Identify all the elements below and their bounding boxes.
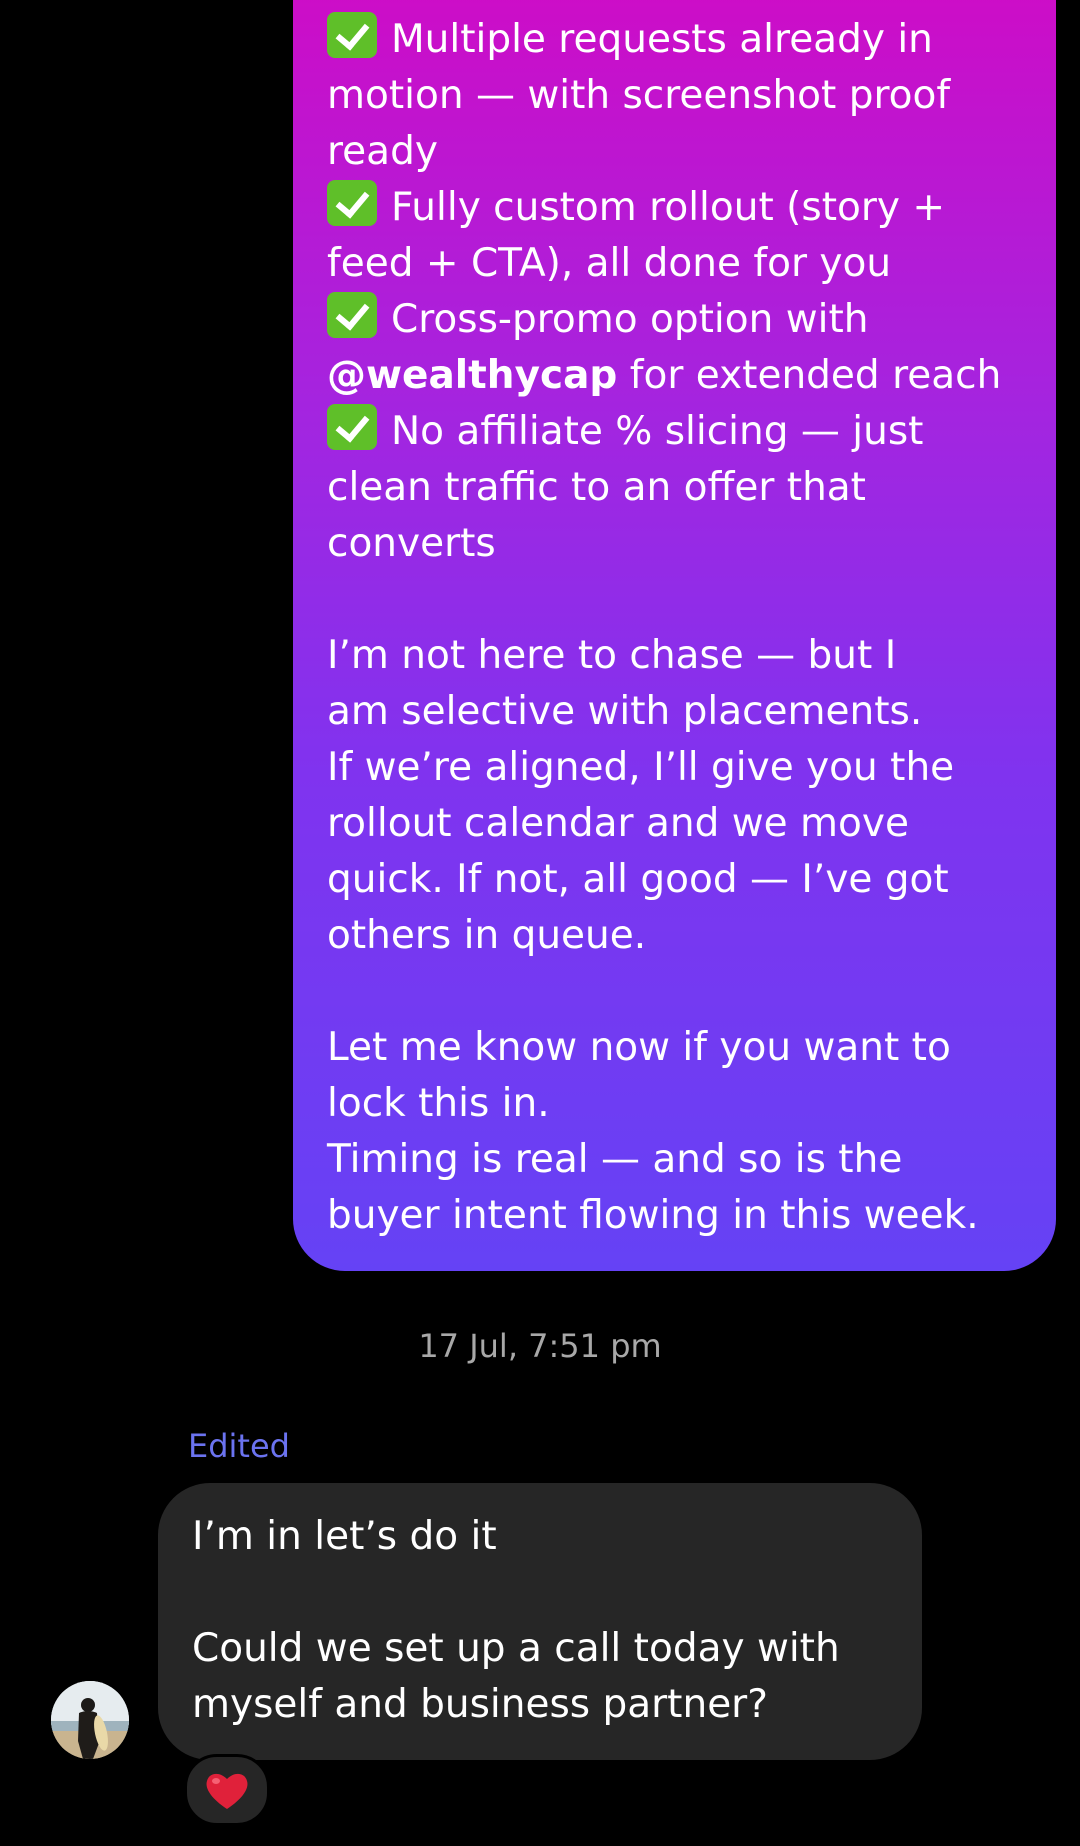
message-line: am selective with placements. — [327, 684, 1047, 740]
line-text: I’m not here to chase — but I — [327, 633, 897, 678]
line-text: feed + CTA), all done for you — [327, 241, 892, 286]
line-text: Multiple requests already in — [391, 17, 933, 62]
check-mark-icon — [327, 404, 377, 450]
message-line: If we’re aligned, I’ll give you the — [327, 740, 1047, 796]
check-mark-icon — [327, 12, 377, 58]
avatar[interactable] — [51, 1681, 129, 1759]
line-text: lock this in. — [327, 1081, 550, 1126]
message-line: Timing is real — and so is the — [327, 1132, 1047, 1188]
line-text: buyer intent flowing in this week. — [327, 1193, 979, 1238]
message-line: feed + CTA), all done for you — [327, 236, 1047, 292]
line-text: for extended reach — [617, 353, 1002, 398]
line-text: Cross-promo option with — [391, 297, 869, 342]
message-line: others in queue. — [327, 908, 1047, 964]
message-line: ready — [327, 124, 1047, 180]
line-text: Let me know now if you want to — [327, 1025, 951, 1070]
avatar-image — [51, 1681, 129, 1759]
mention-link[interactable]: @wealthycap — [327, 353, 617, 398]
message-line: No affiliate % slicing — just — [327, 404, 1047, 460]
line-text: am selective with placements. — [327, 689, 923, 734]
line-text: converts — [327, 521, 496, 566]
line-text: rollout calendar and we move — [327, 801, 909, 846]
sent-message-text: Multiple requests already in motion — wit… — [327, 12, 1047, 1244]
message-line: rollout calendar and we move — [327, 796, 1047, 852]
message-line: buyer intent flowing in this week. — [327, 1188, 1047, 1244]
message-line: I’m not here to chase — but I — [327, 628, 1047, 684]
message-line: lock this in. — [327, 1076, 1047, 1132]
check-mark-icon — [327, 180, 377, 226]
line-text: motion — with screenshot proof — [327, 73, 951, 118]
received-line: myself and business partner? — [192, 1682, 768, 1727]
message-timestamp: 17 Jul, 7:51 pm — [418, 1327, 662, 1365]
line-text: Timing is real — and so is the — [327, 1137, 903, 1182]
message-line: quick. If not, all good — I’ve got — [327, 852, 1047, 908]
line-text: ready — [327, 129, 438, 174]
message-line: Multiple requests already in — [327, 12, 1047, 68]
message-line: @wealthycap for extended reach — [327, 348, 1047, 404]
line-text: clean traffic to an offer that — [327, 465, 866, 510]
message-line: converts — [327, 516, 1047, 572]
line-text: quick. If not, all good — I’ve got — [327, 857, 949, 902]
line-text: If we’re aligned, I’ll give you the — [327, 745, 955, 790]
message-line: motion — with screenshot proof — [327, 68, 1047, 124]
edited-label: Edited — [188, 1427, 290, 1465]
line-text: others in queue. — [327, 913, 647, 958]
line-text: Fully custom rollout (story + — [391, 185, 946, 230]
message-line: Let me know now if you want to — [327, 1020, 1047, 1076]
received-line: Could we set up a call today with — [192, 1626, 840, 1671]
received-message-text: I’m in let’s do it Could we set up a cal… — [192, 1509, 840, 1733]
message-line: Cross-promo option with — [327, 292, 1047, 348]
check-mark-icon — [327, 292, 377, 338]
heart-emoji-icon — [206, 1773, 248, 1809]
reaction-badge[interactable] — [184, 1754, 270, 1826]
line-text: No affiliate % slicing — just — [391, 409, 924, 454]
received-line: I’m in let’s do it — [192, 1514, 497, 1559]
message-line: Fully custom rollout (story + — [327, 180, 1047, 236]
message-line: clean traffic to an offer that — [327, 460, 1047, 516]
